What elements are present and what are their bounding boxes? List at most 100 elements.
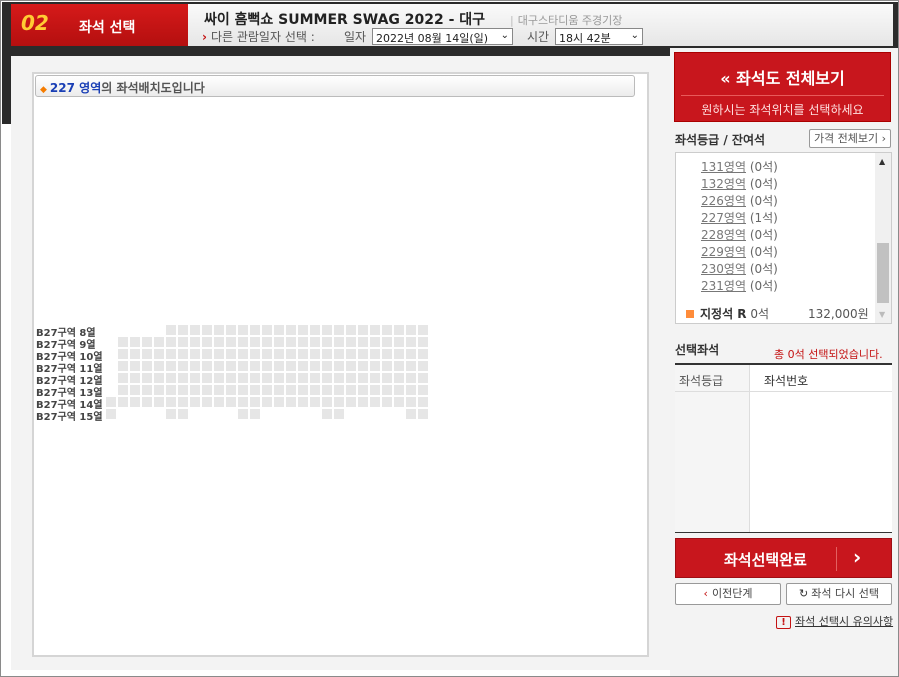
seat[interactable] [166, 361, 176, 371]
seat[interactable] [274, 397, 284, 407]
seat[interactable] [334, 385, 344, 395]
seat[interactable] [394, 325, 404, 335]
seat[interactable] [322, 361, 332, 371]
overview-button[interactable]: « 좌석도 전체보기 원하시는 좌석위치를 선택하세요 [674, 52, 891, 122]
seat[interactable] [394, 361, 404, 371]
seat[interactable] [334, 409, 344, 419]
seat[interactable] [274, 385, 284, 395]
seat[interactable] [418, 397, 428, 407]
seat[interactable] [178, 385, 188, 395]
seat[interactable] [406, 373, 416, 383]
seat[interactable] [178, 337, 188, 347]
seat[interactable] [358, 361, 368, 371]
seat[interactable] [406, 409, 416, 419]
seat[interactable] [166, 349, 176, 359]
seat[interactable] [202, 397, 212, 407]
seat[interactable] [262, 373, 272, 383]
seat[interactable] [190, 337, 200, 347]
seat[interactable] [274, 325, 284, 335]
scrollbar-thumb[interactable] [877, 243, 889, 303]
seat[interactable] [418, 349, 428, 359]
seat[interactable] [418, 337, 428, 347]
seat[interactable] [382, 361, 392, 371]
seat[interactable] [118, 349, 128, 359]
seat[interactable] [394, 337, 404, 347]
seat[interactable] [262, 325, 272, 335]
seat[interactable] [154, 397, 164, 407]
seat[interactable] [382, 385, 392, 395]
seat[interactable] [382, 337, 392, 347]
grade-row[interactable]: 지정석 R 0석 [686, 305, 769, 322]
seat[interactable] [178, 373, 188, 383]
seat[interactable] [226, 373, 236, 383]
seat[interactable] [190, 397, 200, 407]
seat[interactable] [214, 385, 224, 395]
seat[interactable] [262, 385, 272, 395]
seat[interactable] [166, 409, 176, 419]
seat[interactable] [298, 337, 308, 347]
seat[interactable] [262, 349, 272, 359]
seat[interactable] [130, 349, 140, 359]
seat[interactable] [322, 409, 332, 419]
seat[interactable] [130, 385, 140, 395]
seat[interactable] [178, 361, 188, 371]
scrollbar[interactable]: ▲ ▼ [875, 153, 891, 323]
seat[interactable] [142, 337, 152, 347]
seat[interactable] [226, 397, 236, 407]
seat[interactable] [286, 361, 296, 371]
seat[interactable] [406, 361, 416, 371]
seat[interactable] [202, 349, 212, 359]
seat[interactable] [346, 385, 356, 395]
seat[interactable] [382, 397, 392, 407]
seat[interactable] [274, 349, 284, 359]
seat[interactable] [286, 337, 296, 347]
seat[interactable] [406, 325, 416, 335]
seat[interactable] [202, 361, 212, 371]
seat[interactable] [118, 337, 128, 347]
seat[interactable] [358, 373, 368, 383]
seat[interactable] [226, 325, 236, 335]
seat[interactable] [178, 409, 188, 419]
complete-button[interactable]: 좌석선택완료 › [675, 538, 892, 578]
area-list-item[interactable]: 229영역 (0석) [701, 243, 778, 260]
seat[interactable] [250, 349, 260, 359]
seat[interactable] [202, 385, 212, 395]
seat[interactable] [154, 385, 164, 395]
seat[interactable] [310, 373, 320, 383]
seat[interactable] [286, 349, 296, 359]
seat[interactable] [346, 397, 356, 407]
seat[interactable] [178, 349, 188, 359]
area-list-item[interactable]: 228영역 (0석) [701, 226, 778, 243]
seat[interactable] [226, 361, 236, 371]
seat[interactable] [250, 325, 260, 335]
area-list-item[interactable]: 131영역 (0석) [701, 158, 778, 175]
seat[interactable] [370, 337, 380, 347]
seat[interactable] [154, 349, 164, 359]
area-list-item[interactable]: 226영역 (0석) [701, 192, 778, 209]
seat[interactable] [370, 373, 380, 383]
seat[interactable] [406, 349, 416, 359]
seat[interactable] [250, 337, 260, 347]
seat[interactable] [142, 397, 152, 407]
seat[interactable] [118, 385, 128, 395]
seat[interactable] [274, 361, 284, 371]
seat[interactable] [406, 397, 416, 407]
seat[interactable] [130, 373, 140, 383]
seat[interactable] [334, 397, 344, 407]
seat[interactable] [250, 361, 260, 371]
seat[interactable] [346, 349, 356, 359]
seat[interactable] [322, 349, 332, 359]
area-list-item[interactable]: 230영역 (0석) [701, 260, 778, 277]
seat[interactable] [334, 361, 344, 371]
seat[interactable] [250, 373, 260, 383]
seat[interactable] [322, 373, 332, 383]
seat[interactable] [382, 325, 392, 335]
area-list-item[interactable]: 227영역 (1석) [701, 209, 778, 226]
date-select[interactable]: 2022년 08월 14일(일) ⌄ [372, 28, 513, 45]
seat[interactable] [370, 361, 380, 371]
seat[interactable] [238, 325, 248, 335]
seat[interactable] [226, 349, 236, 359]
seat[interactable] [166, 337, 176, 347]
seat[interactable] [190, 325, 200, 335]
seat[interactable] [310, 337, 320, 347]
